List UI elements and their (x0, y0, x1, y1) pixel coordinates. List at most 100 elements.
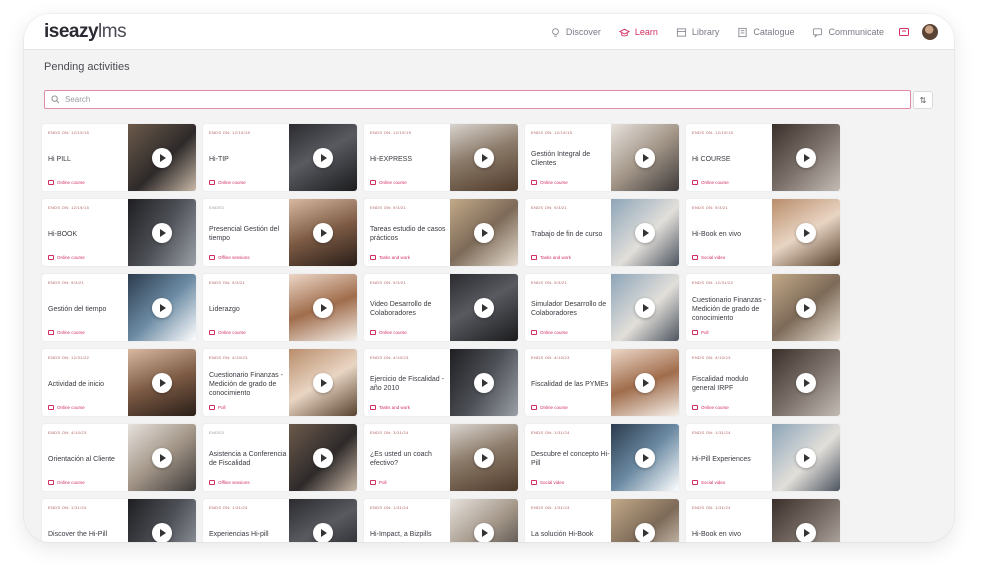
notifications-icon[interactable] (898, 26, 910, 38)
activity-card[interactable]: ENDS ON: 9/3/21 Tareas estudio de casos p… (364, 199, 518, 266)
search-input[interactable] (65, 95, 845, 104)
play-icon[interactable] (313, 523, 333, 542)
activity-thumbnail[interactable] (450, 199, 518, 266)
activity-thumbnail[interactable] (128, 499, 196, 542)
activity-thumbnail[interactable] (128, 349, 196, 416)
activity-thumbnail[interactable] (289, 274, 357, 341)
activity-card[interactable]: ENDED Presencial Gestión del tiempo Offlin… (203, 199, 357, 266)
activity-thumbnail[interactable] (450, 349, 518, 416)
play-icon[interactable] (313, 223, 333, 243)
activity-thumbnail[interactable] (289, 499, 357, 542)
activity-thumbnail[interactable] (772, 199, 840, 266)
play-icon[interactable] (635, 373, 655, 393)
play-icon[interactable] (474, 523, 494, 542)
user-avatar[interactable] (922, 24, 938, 40)
play-icon[interactable] (152, 373, 172, 393)
play-icon[interactable] (152, 148, 172, 168)
play-icon[interactable] (635, 298, 655, 318)
activity-card[interactable]: ENDS ON: 1/31/24Hi-Book en vivoOnline co… (686, 499, 840, 542)
activity-card[interactable]: ENDS ON: 4/10/23 Cuestionario Finanzas - … (203, 349, 357, 416)
activity-thumbnail[interactable] (611, 424, 679, 491)
activity-card[interactable]: ENDS ON: 4/10/23 Ejercicio de Fiscalidad … (364, 349, 518, 416)
play-icon[interactable] (796, 298, 816, 318)
activity-card[interactable]: ENDED Asistencia a Conferencia de Fiscali… (203, 424, 357, 491)
play-icon[interactable] (474, 298, 494, 318)
play-icon[interactable] (474, 223, 494, 243)
activity-card[interactable]: ENDS ON: 12/19/15 Hi-EXPRESS Online course (364, 124, 518, 191)
activity-card[interactable]: ENDS ON: 12/31/22 Actividad de inicio Onli… (42, 349, 196, 416)
activity-card[interactable]: ENDS ON: 4/10/23 Fiscalidad de las PYMEs O… (525, 349, 679, 416)
activity-thumbnail[interactable] (772, 499, 840, 542)
activity-card[interactable]: ENDS ON: 12/19/15 Hi-BOOK Online course (42, 199, 196, 266)
play-icon[interactable] (152, 448, 172, 468)
play-icon[interactable] (152, 223, 172, 243)
activity-card[interactable]: ENDS ON: 1/31/24 Hi-Pill Experiences Socia… (686, 424, 840, 491)
nav-discover[interactable]: Discover (550, 27, 601, 38)
nav-communicate[interactable]: Communicate (812, 27, 884, 38)
play-icon[interactable] (152, 298, 172, 318)
play-icon[interactable] (796, 523, 816, 542)
nav-learn[interactable]: Learn (618, 27, 658, 38)
play-icon[interactable] (796, 373, 816, 393)
activity-thumbnail[interactable] (611, 274, 679, 341)
play-icon[interactable] (313, 148, 333, 168)
play-icon[interactable] (474, 373, 494, 393)
activity-thumbnail[interactable] (128, 199, 196, 266)
activity-thumbnail[interactable] (772, 424, 840, 491)
play-icon[interactable] (796, 223, 816, 243)
iseazy-logo[interactable]: iseazylms (44, 21, 127, 43)
activity-thumbnail[interactable] (128, 124, 196, 191)
activity-thumbnail[interactable] (289, 349, 357, 416)
activity-thumbnail[interactable] (289, 424, 357, 491)
activity-thumbnail[interactable] (772, 124, 840, 191)
activity-card[interactable]: ENDS ON: 9/3/21 Gestión del tiempo Online … (42, 274, 196, 341)
activity-thumbnail[interactable] (289, 124, 357, 191)
activity-card[interactable]: ENDS ON: 9/3/21 Liderazgo Online course (203, 274, 357, 341)
activity-card[interactable]: ENDS ON: 1/31/24 Descubre el concepto Hi-… (525, 424, 679, 491)
activity-thumbnail[interactable] (772, 274, 840, 341)
activity-thumbnail[interactable] (611, 124, 679, 191)
activity-card[interactable]: ENDS ON: 12/19/15 Hi COURSE Online course (686, 124, 840, 191)
activity-card[interactable]: ENDS ON: 1/31/24Experiencias Hi-pillOnli… (203, 499, 357, 542)
activity-thumbnail[interactable] (772, 349, 840, 416)
play-icon[interactable] (313, 448, 333, 468)
activity-card[interactable]: ENDS ON: 12/19/15 Hi PILL Online course (42, 124, 196, 191)
play-icon[interactable] (635, 523, 655, 542)
nav-catalogue[interactable]: Catalogue (737, 27, 794, 38)
activity-card[interactable]: ENDS ON: 9/3/21 Trabajo de fin de curso Ta… (525, 199, 679, 266)
activity-card[interactable]: ENDS ON: 12/19/15 Gestión Integral de Cli… (525, 124, 679, 191)
activity-thumbnail[interactable] (128, 424, 196, 491)
activity-thumbnail[interactable] (289, 199, 357, 266)
play-icon[interactable] (474, 148, 494, 168)
play-icon[interactable] (635, 148, 655, 168)
play-icon[interactable] (796, 448, 816, 468)
activity-thumbnail[interactable] (450, 274, 518, 341)
activity-card[interactable]: ENDS ON: 4/10/23 Orientación al Cliente On… (42, 424, 196, 491)
activity-thumbnail[interactable] (450, 424, 518, 491)
activity-card[interactable]: ENDS ON: 12/31/22 Cuestionario Finanzas -… (686, 274, 840, 341)
activity-card[interactable]: ENDS ON: 9/3/21 Hi-Book en vivo Social vid… (686, 199, 840, 266)
activity-card[interactable]: ENDS ON: 1/31/24Discover the Hi-PillOnli… (42, 499, 196, 542)
play-icon[interactable] (635, 448, 655, 468)
activity-card[interactable]: ENDS ON: 3/31/24 ¿Es usted un coach efect… (364, 424, 518, 491)
play-icon[interactable] (635, 223, 655, 243)
play-icon[interactable] (796, 148, 816, 168)
activity-thumbnail[interactable] (611, 199, 679, 266)
nav-library[interactable]: Library (676, 27, 719, 38)
activity-thumbnail[interactable] (611, 499, 679, 542)
play-icon[interactable] (313, 298, 333, 318)
sort-button[interactable]: ⇅ (913, 91, 933, 109)
activity-card[interactable]: ENDS ON: 4/10/23 Fiscalidad modulo genera… (686, 349, 840, 416)
play-icon[interactable] (313, 373, 333, 393)
activity-thumbnail[interactable] (611, 349, 679, 416)
activity-card[interactable]: ENDS ON: 1/31/24La solución Hi-BookOnlin… (525, 499, 679, 542)
play-icon[interactable] (474, 448, 494, 468)
activity-card[interactable]: ENDS ON: 1/31/24Hi-Impact, a BizpillsOnl… (364, 499, 518, 542)
play-icon[interactable] (152, 523, 172, 542)
activity-thumbnail[interactable] (450, 499, 518, 542)
activity-card[interactable]: ENDS ON: 9/3/21 Simulador Desarrollo de C… (525, 274, 679, 341)
activity-card[interactable]: ENDS ON: 9/3/21 Video Desarrollo de Colab… (364, 274, 518, 341)
activity-thumbnail[interactable] (128, 274, 196, 341)
activity-thumbnail[interactable] (450, 124, 518, 191)
search-bar[interactable] (44, 90, 911, 109)
